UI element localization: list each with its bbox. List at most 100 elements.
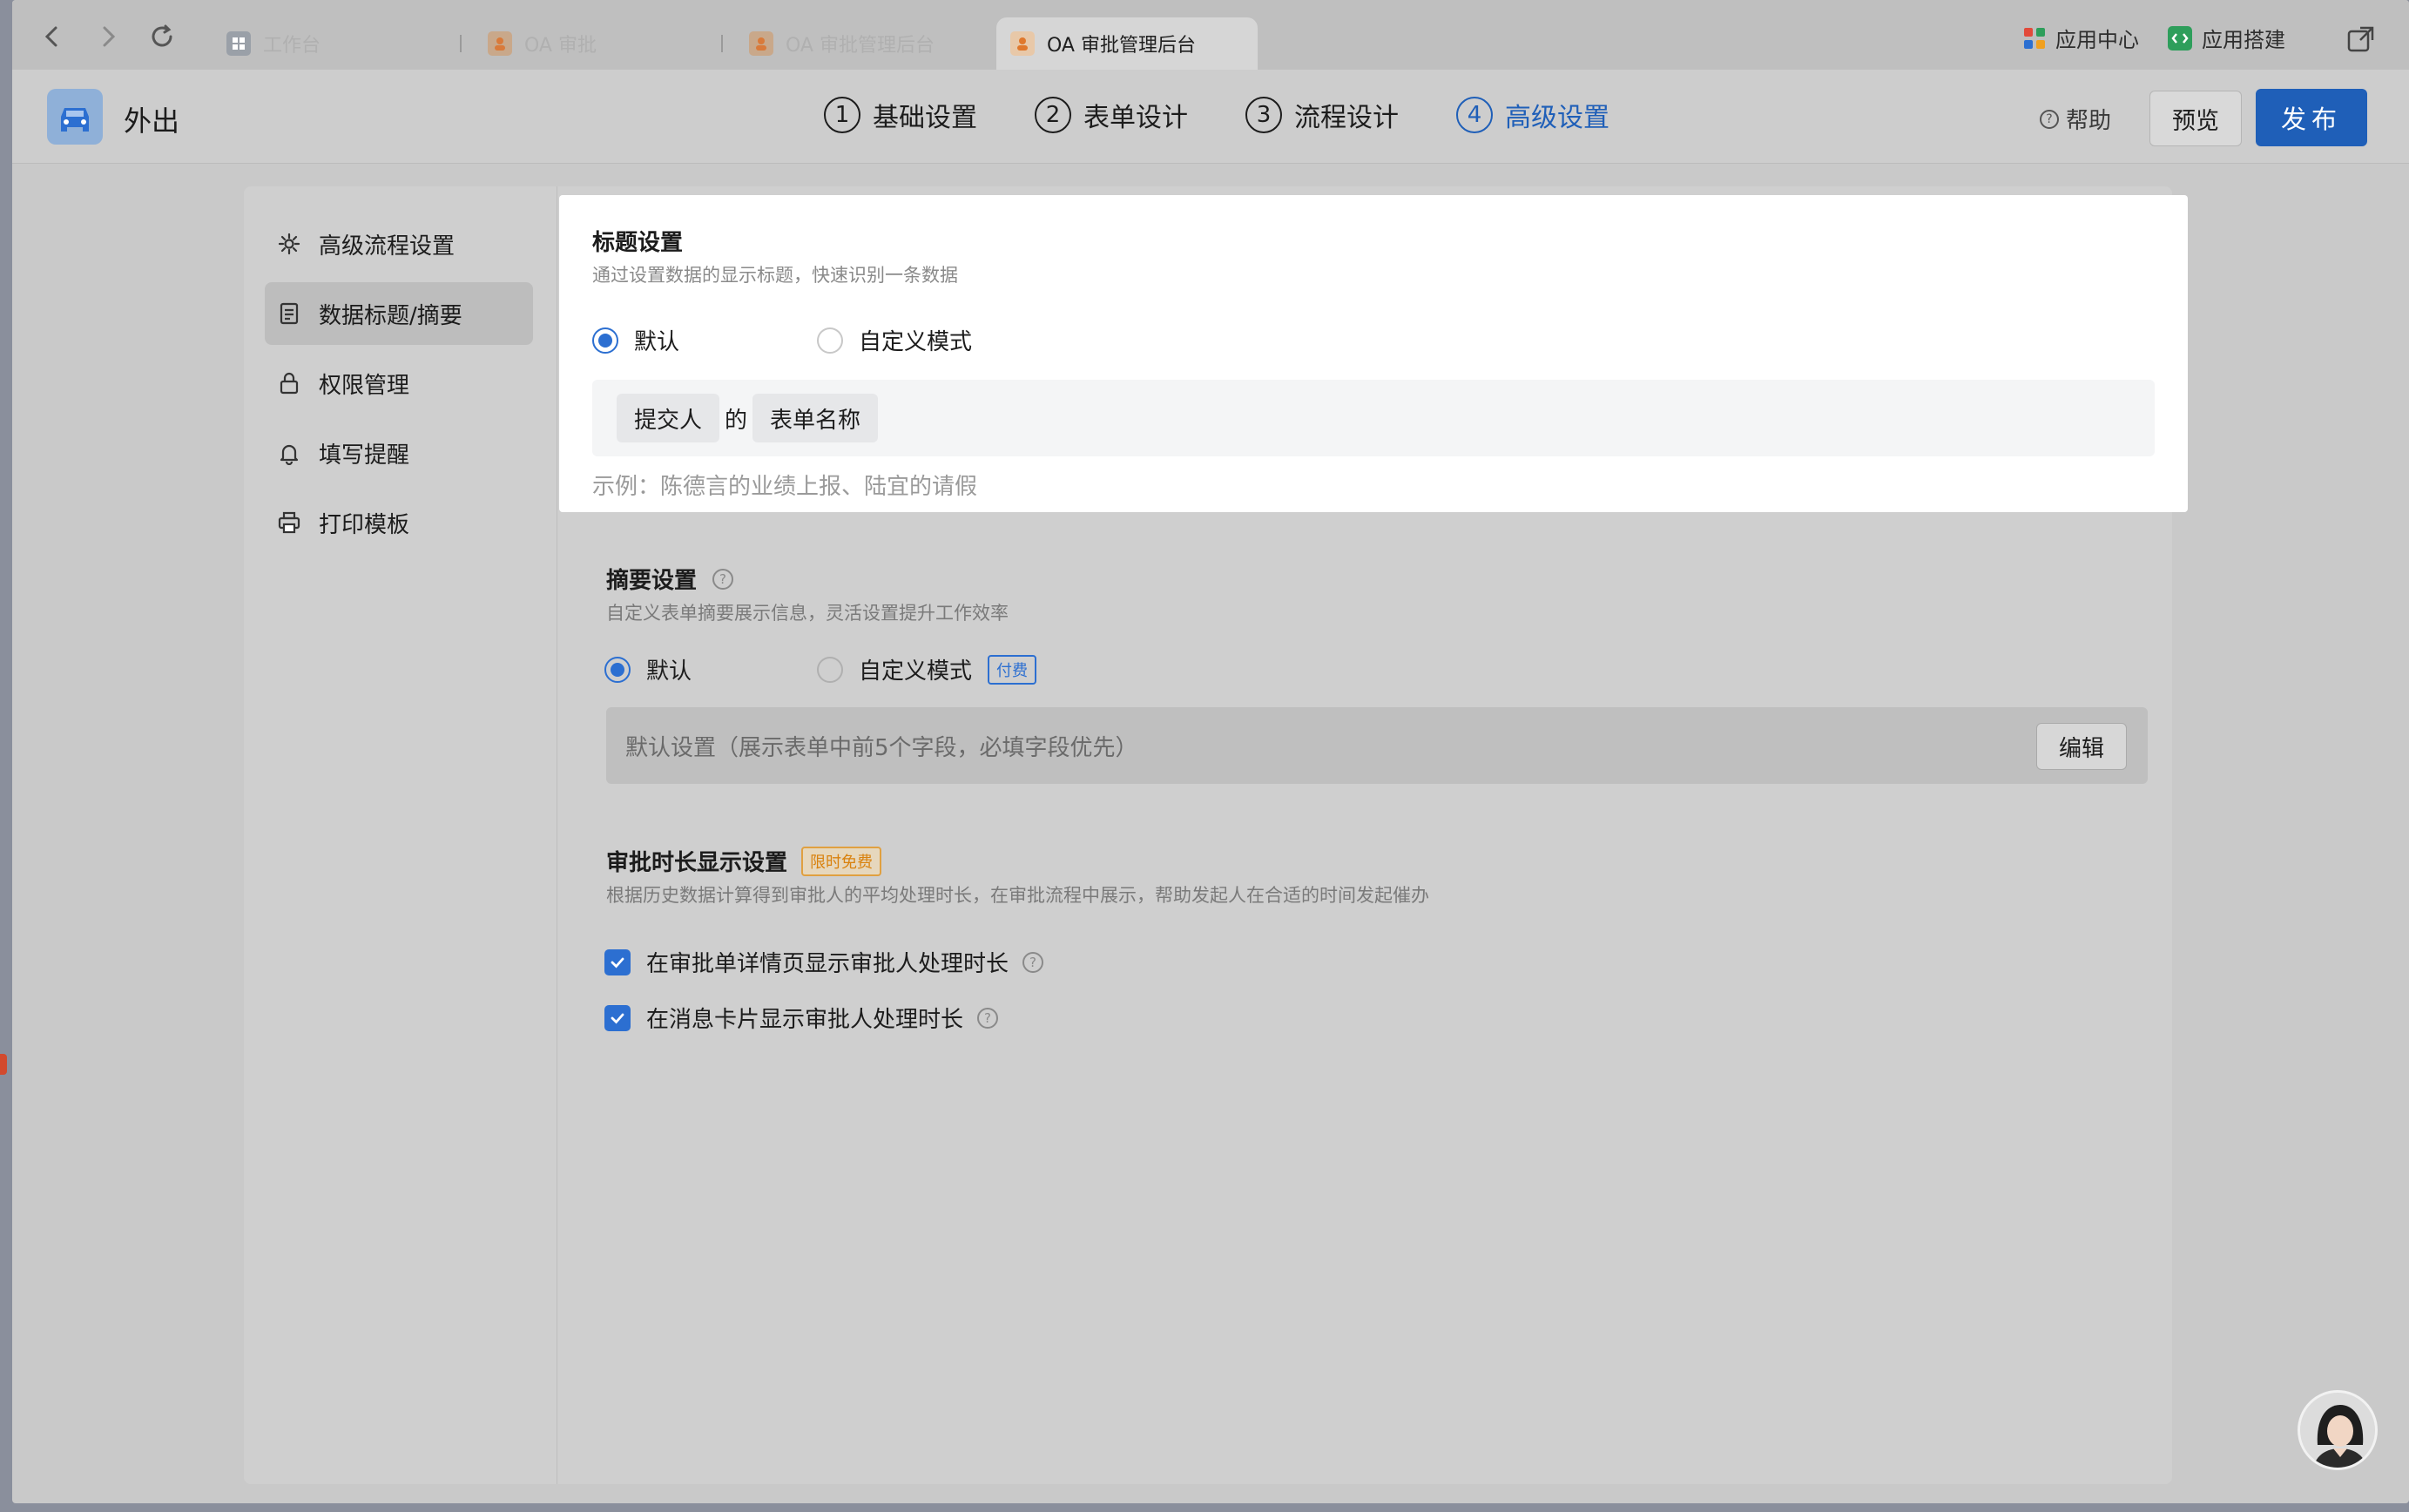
check-icon bbox=[611, 1013, 624, 1024]
refresh-icon[interactable] bbox=[145, 19, 179, 54]
radio-label: 默认 bbox=[634, 329, 680, 355]
radio-button[interactable] bbox=[817, 327, 843, 354]
radio-label: 自定义模式 bbox=[859, 329, 973, 355]
tab-label: 工作台 bbox=[263, 35, 321, 57]
browser-tab[interactable]: OA 审批 bbox=[474, 17, 726, 70]
edge-marker bbox=[0, 1054, 7, 1075]
bell-icon bbox=[280, 444, 299, 465]
radio-label: 自定义模式 bbox=[859, 658, 973, 685]
checkbox-checked[interactable] bbox=[604, 948, 631, 975]
back-icon[interactable] bbox=[35, 19, 70, 54]
step-label: 高级设置 bbox=[1505, 103, 1609, 133]
sidebar-item-permissions[interactable]: 权限管理 bbox=[265, 352, 533, 415]
browser-tab-active[interactable]: OA 审批管理后台 bbox=[996, 17, 1258, 70]
gear-icon bbox=[278, 233, 300, 255]
printer-icon bbox=[278, 511, 300, 534]
step-number: 3 bbox=[1245, 97, 1282, 133]
duration-settings-heading: 审批时长显示设置 限时免费 bbox=[606, 845, 882, 877]
radio-label: 默认 bbox=[646, 658, 692, 685]
step-process-design[interactable]: 3 流程设计 bbox=[1245, 96, 1399, 134]
step-number: 2 bbox=[1035, 97, 1071, 133]
sidebar-item-label: 高级流程设置 bbox=[319, 233, 455, 260]
edit-button[interactable]: 编辑 bbox=[2036, 723, 2127, 770]
lock-icon bbox=[280, 372, 299, 395]
sidebar-item-label: 打印模板 bbox=[319, 511, 410, 538]
radio-button[interactable] bbox=[592, 327, 618, 354]
preview-button[interactable]: 预览 bbox=[2149, 91, 2242, 146]
sidebar-item-data-title-summary[interactable]: 数据标题/摘要 bbox=[265, 282, 533, 345]
oa-icon bbox=[1010, 31, 1035, 56]
summary-default-box: 默认设置（展示表单中前5个字段，必填字段优先） 编辑 bbox=[606, 707, 2148, 784]
step-advanced-settings[interactable]: 4 高级设置 bbox=[1456, 96, 1609, 134]
workbench-icon bbox=[226, 31, 251, 56]
open-external-icon[interactable] bbox=[2346, 24, 2376, 57]
app-center-icon bbox=[2024, 27, 2045, 49]
title-example: 示例：陈德言的业绩上报、陆宜的请假 bbox=[592, 474, 978, 500]
tab-label: OA 审批 bbox=[524, 35, 597, 57]
question-icon[interactable]: ? bbox=[1022, 951, 1044, 973]
help-label: 帮助 bbox=[2066, 108, 2112, 134]
step-form-design[interactable]: 2 表单设计 bbox=[1035, 96, 1188, 134]
tab-label: OA 审批管理后台 bbox=[786, 35, 935, 57]
summary-settings-title: 摘要设置 bbox=[606, 568, 698, 594]
step-basic-settings[interactable]: 1 基础设置 bbox=[824, 96, 977, 134]
browser-tab[interactable]: OA 审批管理后台 bbox=[735, 17, 988, 70]
radio-button[interactable] bbox=[817, 656, 843, 683]
app-center-label: 应用中心 bbox=[2055, 28, 2139, 52]
question-icon[interactable]: ? bbox=[977, 1007, 999, 1029]
person-avatar-icon bbox=[2300, 1393, 2375, 1468]
radio-button[interactable] bbox=[604, 656, 631, 683]
app-builder-link[interactable]: 应用搭建 bbox=[2167, 23, 2285, 53]
sidebar-item-label: 权限管理 bbox=[319, 372, 410, 399]
sidebar-item-fill-reminder[interactable]: 填写提醒 bbox=[265, 422, 533, 484]
summary-settings-desc: 自定义表单摘要展示信息，灵活设置提升工作效率 bbox=[606, 603, 1009, 624]
question-icon: ? bbox=[2040, 109, 2059, 129]
app-name: 外出 bbox=[124, 105, 180, 138]
app-builder-icon bbox=[2168, 25, 2192, 51]
app-window: 工作台 OA 审批 OA 审批管理后台 OA 审批管理后台 应用中心 应用搭建 … bbox=[12, 0, 2409, 1503]
summary-settings-heading: 摘要设置 ? bbox=[606, 563, 734, 595]
checkbox-checked[interactable] bbox=[604, 1004, 631, 1031]
summary-radio-custom[interactable]: 自定义模式 付费 bbox=[817, 653, 1037, 685]
help-link[interactable]: ? 帮助 bbox=[2040, 103, 2111, 135]
step-label: 基础设置 bbox=[873, 103, 977, 133]
sidebar-item-label: 填写提醒 bbox=[319, 442, 410, 469]
title-radio-default[interactable]: 默认 bbox=[592, 324, 679, 356]
sidebar-item-print-template[interactable]: 打印模板 bbox=[265, 491, 533, 554]
car-icon bbox=[47, 89, 103, 145]
check-icon bbox=[611, 957, 624, 969]
app-header: 外出 1 基础设置 2 表单设计 3 流程设计 4 高级设置 ? 帮助 预览 发… bbox=[12, 70, 2409, 164]
step-number: 4 bbox=[1456, 97, 1493, 133]
step-number: 1 bbox=[824, 97, 860, 133]
checkbox-detail-duration[interactable]: 在审批单详情页显示审批人处理时长 ? bbox=[604, 946, 1044, 978]
title-radio-custom[interactable]: 自定义模式 bbox=[817, 324, 972, 356]
form-name-chip: 表单名称 bbox=[752, 394, 879, 442]
duration-settings-title: 审批时长显示设置 bbox=[606, 850, 788, 876]
paid-badge: 付费 bbox=[988, 654, 1037, 685]
tab-separator bbox=[460, 35, 462, 52]
app-center-link[interactable]: 应用中心 bbox=[2022, 23, 2139, 53]
question-icon[interactable]: ? bbox=[712, 568, 734, 590]
browser-tab[interactable]: 工作台 bbox=[213, 17, 465, 70]
browser-tab-bar: 工作台 OA 审批 OA 审批管理后台 OA 审批管理后台 应用中心 应用搭建 bbox=[12, 0, 2409, 70]
checkbox-message-duration[interactable]: 在消息卡片显示审批人处理时长 ? bbox=[604, 1002, 999, 1034]
oa-icon bbox=[488, 31, 512, 56]
step-label: 流程设计 bbox=[1294, 103, 1399, 133]
settings-sidebar: 高级流程设置 数据标题/摘要 权限管理 填写提醒 打印模板 bbox=[244, 186, 557, 1484]
document-icon bbox=[280, 302, 299, 325]
oa-icon bbox=[749, 31, 773, 56]
sidebar-item-advanced-process[interactable]: 高级流程设置 bbox=[265, 213, 533, 275]
assistant-avatar[interactable] bbox=[2298, 1390, 2378, 1470]
publish-button[interactable]: 发布 bbox=[2256, 89, 2367, 146]
title-settings-card: 标题设置 通过设置数据的显示标题，快速识别一条数据 默认 自定义模式 提交人 的… bbox=[559, 195, 2188, 512]
checkbox-label: 在消息卡片显示审批人处理时长 bbox=[646, 1007, 964, 1033]
tab-label: OA 审批管理后台 bbox=[1047, 35, 1196, 57]
tab-separator bbox=[721, 35, 723, 52]
title-settings-heading: 标题设置 bbox=[592, 230, 684, 256]
summary-radio-default[interactable]: 默认 bbox=[604, 653, 692, 685]
forward-icon[interactable] bbox=[91, 19, 125, 54]
title-format-box: 提交人 的 表单名称 bbox=[592, 380, 2155, 456]
submitter-chip: 提交人 bbox=[617, 394, 720, 442]
app-builder-label: 应用搭建 bbox=[2202, 28, 2285, 52]
free-badge: 限时免费 bbox=[801, 846, 882, 876]
